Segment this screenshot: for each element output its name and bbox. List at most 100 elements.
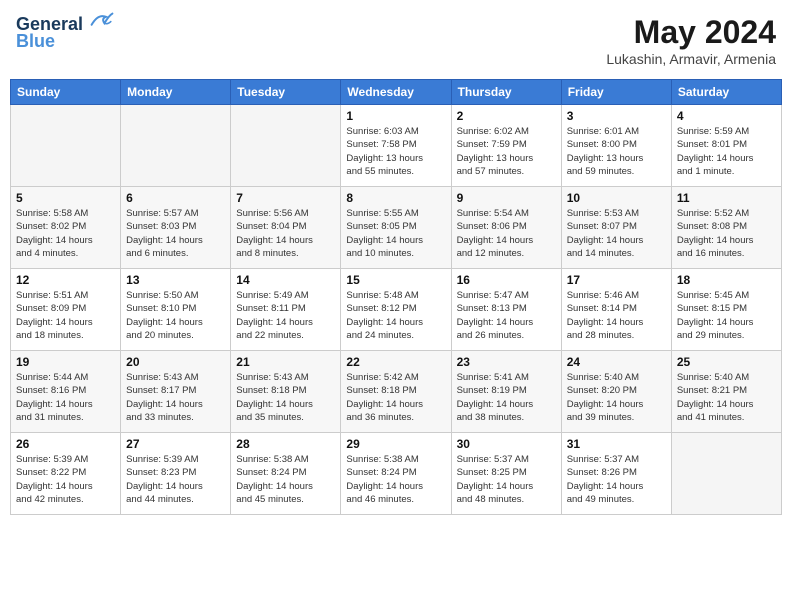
day-number: 18 <box>677 273 776 287</box>
day-info: Sunrise: 5:55 AM Sunset: 8:05 PM Dayligh… <box>346 207 445 260</box>
calendar-cell <box>671 433 781 515</box>
day-number: 30 <box>457 437 556 451</box>
day-number: 8 <box>346 191 445 205</box>
day-number: 24 <box>567 355 666 369</box>
day-info: Sunrise: 5:46 AM Sunset: 8:14 PM Dayligh… <box>567 289 666 342</box>
calendar-cell: 19Sunrise: 5:44 AM Sunset: 8:16 PM Dayli… <box>11 351 121 433</box>
calendar-cell: 22Sunrise: 5:42 AM Sunset: 8:18 PM Dayli… <box>341 351 451 433</box>
day-info: Sunrise: 5:39 AM Sunset: 8:23 PM Dayligh… <box>126 453 225 506</box>
page-header: General Blue May 2024 Lukashin, Armavir,… <box>10 10 782 71</box>
day-info: Sunrise: 5:49 AM Sunset: 8:11 PM Dayligh… <box>236 289 335 342</box>
day-info: Sunrise: 5:48 AM Sunset: 8:12 PM Dayligh… <box>346 289 445 342</box>
day-info: Sunrise: 5:58 AM Sunset: 8:02 PM Dayligh… <box>16 207 115 260</box>
day-info: Sunrise: 5:52 AM Sunset: 8:08 PM Dayligh… <box>677 207 776 260</box>
day-info: Sunrise: 6:03 AM Sunset: 7:58 PM Dayligh… <box>346 125 445 178</box>
day-number: 26 <box>16 437 115 451</box>
day-number: 10 <box>567 191 666 205</box>
calendar-cell: 21 Sunrise: 5:43 AM Sunset: 8:18 PM Dayli… <box>231 351 341 433</box>
calendar-cell: 26 Sunrise: 5:39 AM Sunset: 8:22 PM Dayli… <box>11 433 121 515</box>
day-number: 21 <box>236 355 335 369</box>
weekday-header: Friday <box>561 80 671 105</box>
calendar-cell: 24 Sunrise: 5:40 AM Sunset: 8:20 PM Dayli… <box>561 351 671 433</box>
day-number: 1 <box>346 109 445 123</box>
calendar-cell: 13Sunrise: 5:50 AM Sunset: 8:10 PM Dayli… <box>121 269 231 351</box>
location-subtitle: Lukashin, Armavir, Armenia <box>606 51 776 67</box>
day-number: 25 <box>677 355 776 369</box>
day-number: 5 <box>16 191 115 205</box>
day-number: 31 <box>567 437 666 451</box>
weekday-header: Monday <box>121 80 231 105</box>
day-info: Sunrise: 5:59 AM Sunset: 8:01 PM Dayligh… <box>677 125 776 178</box>
day-info: Sunrise: 5:45 AM Sunset: 8:15 PM Dayligh… <box>677 289 776 342</box>
day-number: 20 <box>126 355 225 369</box>
calendar-cell: 31 Sunrise: 5:37 AM Sunset: 8:26 PM Dayli… <box>561 433 671 515</box>
day-info: Sunrise: 5:43 AM Sunset: 8:17 PM Dayligh… <box>126 371 225 424</box>
calendar-week-row: 26 Sunrise: 5:39 AM Sunset: 8:22 PM Dayli… <box>11 433 782 515</box>
day-number: 16 <box>457 273 556 287</box>
day-number: 19 <box>16 355 115 369</box>
day-info: Sunrise: 5:50 AM Sunset: 8:10 PM Dayligh… <box>126 289 225 342</box>
calendar-cell <box>121 105 231 187</box>
day-number: 12 <box>16 273 115 287</box>
calendar-cell: 8 Sunrise: 5:55 AM Sunset: 8:05 PM Daylig… <box>341 187 451 269</box>
calendar-week-row: 12Sunrise: 5:51 AM Sunset: 8:09 PM Dayli… <box>11 269 782 351</box>
day-info: Sunrise: 5:57 AM Sunset: 8:03 PM Dayligh… <box>126 207 225 260</box>
day-info: Sunrise: 5:37 AM Sunset: 8:26 PM Dayligh… <box>567 453 666 506</box>
calendar-week-row: 1 Sunrise: 6:03 AM Sunset: 7:58 PM Daylig… <box>11 105 782 187</box>
day-number: 15 <box>346 273 445 287</box>
calendar-cell: 28 Sunrise: 5:38 AM Sunset: 8:24 PM Dayli… <box>231 433 341 515</box>
calendar-cell: 29 Sunrise: 5:38 AM Sunset: 8:24 PM Dayli… <box>341 433 451 515</box>
calendar-cell: 11 Sunrise: 5:52 AM Sunset: 8:08 PM Dayli… <box>671 187 781 269</box>
calendar-cell: 12Sunrise: 5:51 AM Sunset: 8:09 PM Dayli… <box>11 269 121 351</box>
calendar-cell: 16 Sunrise: 5:47 AM Sunset: 8:13 PM Dayli… <box>451 269 561 351</box>
calendar-cell: 14 Sunrise: 5:49 AM Sunset: 8:11 PM Dayli… <box>231 269 341 351</box>
logo: General Blue <box>16 14 114 52</box>
calendar-cell: 3 Sunrise: 6:01 AM Sunset: 8:00 PM Daylig… <box>561 105 671 187</box>
calendar-cell: 4 Sunrise: 5:59 AM Sunset: 8:01 PM Daylig… <box>671 105 781 187</box>
weekday-header: Sunday <box>11 80 121 105</box>
calendar-cell: 27 Sunrise: 5:39 AM Sunset: 8:23 PM Dayli… <box>121 433 231 515</box>
day-number: 22 <box>346 355 445 369</box>
day-info: Sunrise: 5:40 AM Sunset: 8:20 PM Dayligh… <box>567 371 666 424</box>
weekday-header-row: SundayMondayTuesdayWednesdayThursdayFrid… <box>11 80 782 105</box>
day-number: 9 <box>457 191 556 205</box>
calendar-cell: 6 Sunrise: 5:57 AM Sunset: 8:03 PM Daylig… <box>121 187 231 269</box>
day-number: 4 <box>677 109 776 123</box>
day-number: 27 <box>126 437 225 451</box>
calendar-cell: 10 Sunrise: 5:53 AM Sunset: 8:07 PM Dayli… <box>561 187 671 269</box>
weekday-header: Saturday <box>671 80 781 105</box>
title-section: May 2024 Lukashin, Armavir, Armenia <box>606 14 776 67</box>
calendar-cell: 17 Sunrise: 5:46 AM Sunset: 8:14 PM Dayli… <box>561 269 671 351</box>
day-number: 28 <box>236 437 335 451</box>
calendar-cell <box>11 105 121 187</box>
calendar-cell: 2Sunrise: 6:02 AM Sunset: 7:59 PM Daylig… <box>451 105 561 187</box>
day-info: Sunrise: 6:02 AM Sunset: 7:59 PM Dayligh… <box>457 125 556 178</box>
day-number: 6 <box>126 191 225 205</box>
calendar-title: May 2024 <box>606 14 776 51</box>
day-info: Sunrise: 6:01 AM Sunset: 8:00 PM Dayligh… <box>567 125 666 178</box>
day-number: 17 <box>567 273 666 287</box>
day-info: Sunrise: 5:39 AM Sunset: 8:22 PM Dayligh… <box>16 453 115 506</box>
day-number: 14 <box>236 273 335 287</box>
weekday-header: Tuesday <box>231 80 341 105</box>
day-info: Sunrise: 5:54 AM Sunset: 8:06 PM Dayligh… <box>457 207 556 260</box>
day-info: Sunrise: 5:38 AM Sunset: 8:24 PM Dayligh… <box>346 453 445 506</box>
calendar-cell: 30 Sunrise: 5:37 AM Sunset: 8:25 PM Dayli… <box>451 433 561 515</box>
day-info: Sunrise: 5:47 AM Sunset: 8:13 PM Dayligh… <box>457 289 556 342</box>
calendar-cell: 23Sunrise: 5:41 AM Sunset: 8:19 PM Dayli… <box>451 351 561 433</box>
calendar-cell: 15 Sunrise: 5:48 AM Sunset: 8:12 PM Dayli… <box>341 269 451 351</box>
day-number: 3 <box>567 109 666 123</box>
calendar-cell: 9 Sunrise: 5:54 AM Sunset: 8:06 PM Daylig… <box>451 187 561 269</box>
day-info: Sunrise: 5:38 AM Sunset: 8:24 PM Dayligh… <box>236 453 335 506</box>
day-info: Sunrise: 5:40 AM Sunset: 8:21 PM Dayligh… <box>677 371 776 424</box>
day-number: 7 <box>236 191 335 205</box>
day-info: Sunrise: 5:43 AM Sunset: 8:18 PM Dayligh… <box>236 371 335 424</box>
day-info: Sunrise: 5:37 AM Sunset: 8:25 PM Dayligh… <box>457 453 556 506</box>
calendar-cell: 1 Sunrise: 6:03 AM Sunset: 7:58 PM Daylig… <box>341 105 451 187</box>
day-number: 11 <box>677 191 776 205</box>
calendar-cell: 7Sunrise: 5:56 AM Sunset: 8:04 PM Daylig… <box>231 187 341 269</box>
calendar-week-row: 5 Sunrise: 5:58 AM Sunset: 8:02 PM Daylig… <box>11 187 782 269</box>
day-number: 29 <box>346 437 445 451</box>
day-info: Sunrise: 5:53 AM Sunset: 8:07 PM Dayligh… <box>567 207 666 260</box>
calendar-cell: 25 Sunrise: 5:40 AM Sunset: 8:21 PM Dayli… <box>671 351 781 433</box>
